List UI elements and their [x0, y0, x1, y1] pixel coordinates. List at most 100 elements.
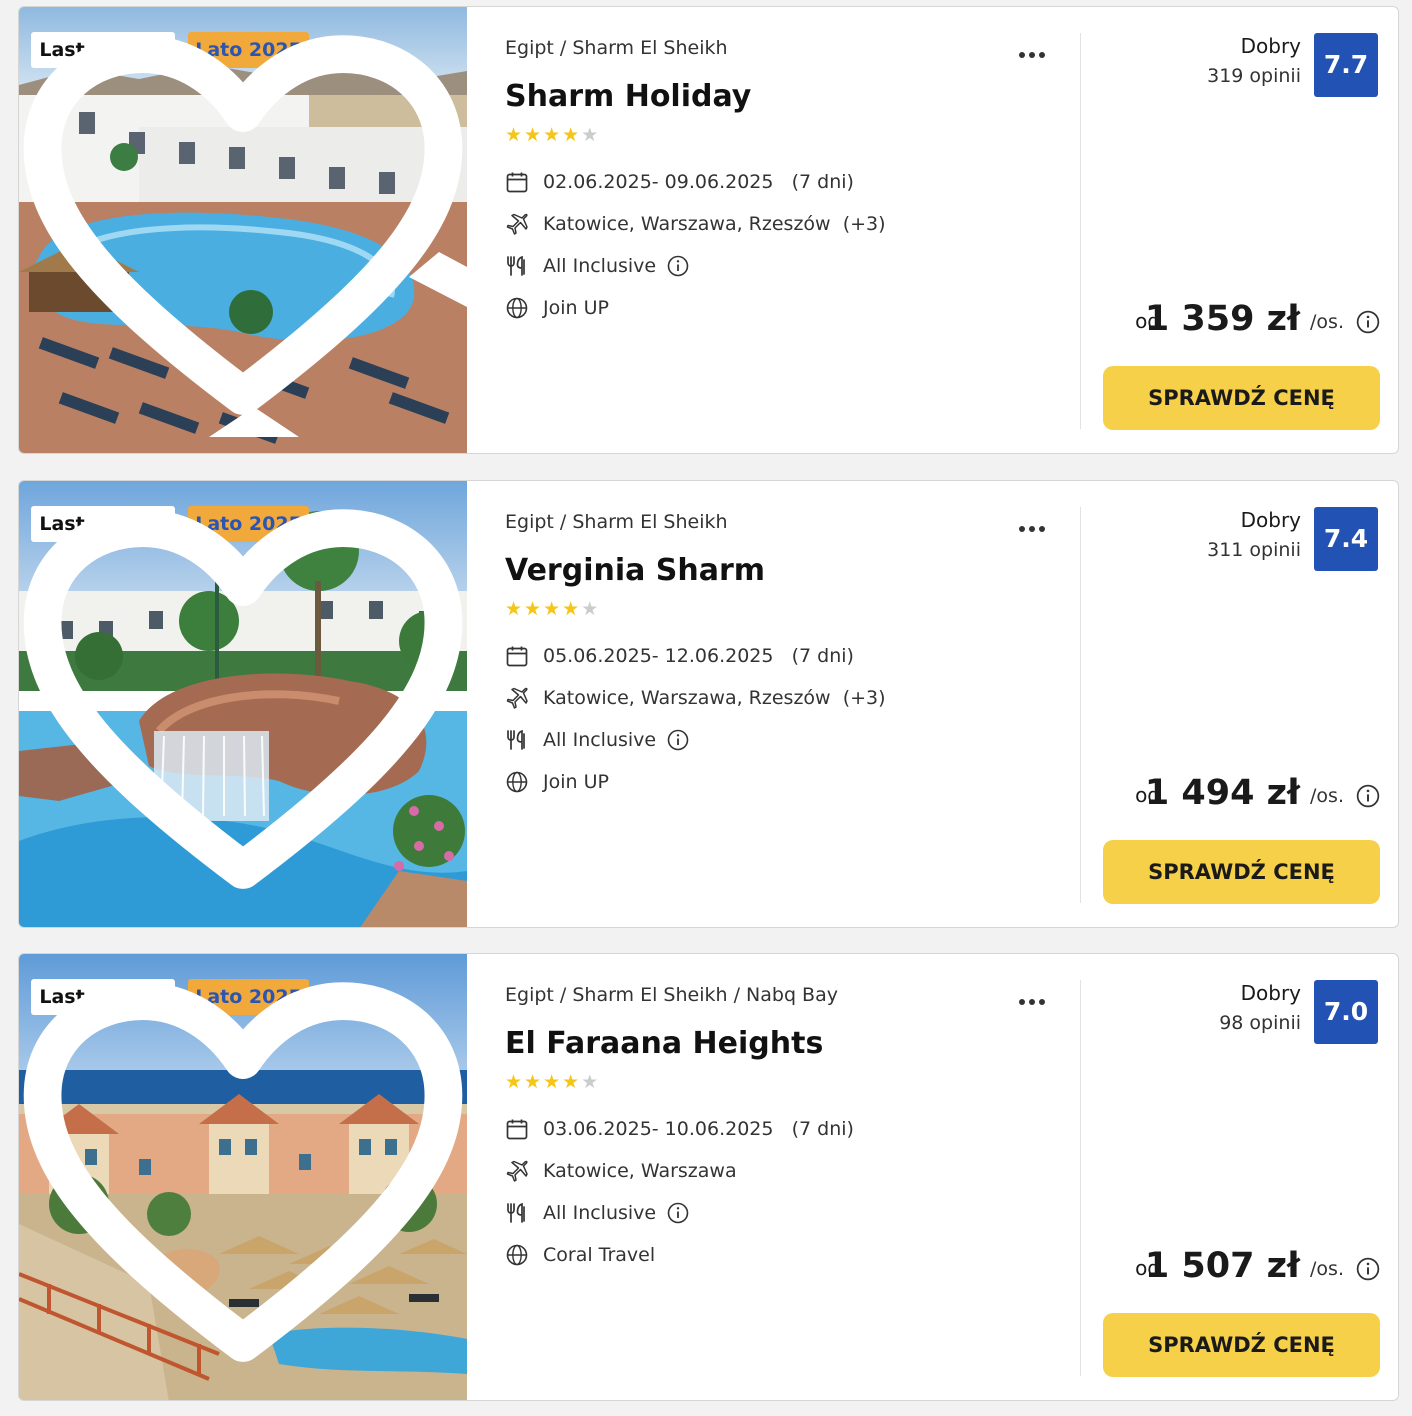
star-icon: ★ — [524, 1071, 542, 1093]
offer-card[interactable]: Last minute Lato 2025 Egipt / Sharm El S… — [18, 6, 1399, 454]
info-icon[interactable] — [1356, 1257, 1380, 1281]
offer-card[interactable]: Last minute Lato 2025 Egipt / Sharm El S… — [18, 480, 1399, 928]
star-icon: ★ — [505, 124, 523, 146]
offer-location[interactable]: Egipt / Sharm El Sheikh — [505, 511, 728, 533]
hotel-stars: ★ ★ ★ ★ ★ — [505, 1072, 600, 1092]
duration: (7 dni) — [791, 1118, 854, 1140]
cutlery-icon — [507, 255, 525, 276]
heart-outline-icon[interactable] — [19, 7, 467, 454]
rating[interactable]: Dobry 98 opinii 7.0 — [1118, 980, 1378, 1044]
check-price-button[interactable]: SPRAWDŹ CENĘ — [1103, 366, 1380, 430]
price: od 1 359 zł /os. — [1100, 289, 1380, 339]
tour-operator: Join UP — [543, 297, 609, 319]
star-icon: ★ — [581, 598, 599, 620]
star-icon: ★ — [543, 1071, 561, 1093]
heart-outline-icon[interactable] — [19, 481, 467, 928]
price: od 1 507 zł /os. — [1100, 1236, 1380, 1286]
board-type: All Inclusive — [543, 1202, 657, 1224]
departures-more[interactable]: (+3) — [843, 213, 886, 235]
airplane-icon — [506, 213, 528, 235]
star-icon: ★ — [505, 1071, 523, 1093]
offer-info: Egipt / Sharm El Sheikh Sharm Holiday ★ ★… — [505, 7, 1065, 453]
board-type: All Inclusive — [543, 255, 657, 277]
hotel-photo[interactable]: Last minute Lato 2025 — [19, 7, 467, 454]
star-icon: ★ — [581, 1071, 599, 1093]
hotel-name[interactable]: Verginia Sharm — [505, 553, 765, 588]
globe-icon — [506, 1244, 528, 1266]
heart-outline-icon[interactable] — [19, 954, 467, 1401]
date-range: 03.06.2025- 10.06.2025 — [543, 1118, 774, 1140]
price-amount: 1 507 zł — [1144, 1246, 1300, 1286]
check-price-button[interactable]: SPRAWDŹ CENĘ — [1103, 840, 1380, 904]
cutlery-icon — [507, 1202, 525, 1223]
globe-icon — [506, 771, 528, 793]
board-type: All Inclusive — [543, 729, 657, 751]
more-horizontal-icon[interactable] — [1019, 990, 1053, 1005]
price-unit: /os. — [1310, 785, 1344, 807]
more-horizontal-icon[interactable] — [1019, 517, 1053, 532]
check-price-button[interactable]: SPRAWDŹ CENĘ — [1103, 1313, 1380, 1377]
hotel-stars: ★ ★ ★ ★ ★ — [505, 125, 600, 145]
score-badge: 7.4 — [1314, 507, 1378, 571]
globe-icon — [506, 297, 528, 319]
info-icon[interactable] — [667, 1202, 689, 1224]
star-icon: ★ — [562, 124, 580, 146]
departure-cities: Katowice, Warszawa, Rzeszów — [543, 687, 831, 709]
star-icon: ★ — [562, 1071, 580, 1093]
offer-location[interactable]: Egipt / Sharm El Sheikh — [505, 37, 728, 59]
duration: (7 dni) — [791, 171, 854, 193]
star-icon: ★ — [505, 598, 523, 620]
review-count[interactable]: 311 opinii — [1207, 539, 1301, 561]
score-badge: 7.7 — [1314, 33, 1378, 97]
star-icon: ★ — [524, 598, 542, 620]
airplane-icon — [506, 687, 528, 709]
divider — [1080, 507, 1081, 903]
hotel-name[interactable]: El Faraana Heights — [505, 1026, 823, 1061]
departure-cities: Katowice, Warszawa — [543, 1160, 737, 1182]
star-icon: ★ — [581, 124, 599, 146]
info-icon[interactable] — [1356, 784, 1380, 808]
info-icon[interactable] — [667, 729, 689, 751]
calendar-icon — [506, 1119, 528, 1140]
divider — [1080, 980, 1081, 1376]
duration: (7 dni) — [791, 645, 854, 667]
offer-list: Last minute Lato 2025 Egipt / Sharm El S… — [0, 0, 1412, 1416]
cutlery-icon — [507, 729, 525, 750]
rating[interactable]: Dobry 311 opinii 7.4 — [1118, 507, 1378, 571]
score-badge: 7.0 — [1314, 980, 1378, 1044]
offer-info: Egipt / Sharm El Sheikh Verginia Sharm ★… — [505, 481, 1065, 927]
star-icon: ★ — [543, 124, 561, 146]
review-count[interactable]: 98 opinii — [1219, 1012, 1301, 1034]
star-icon: ★ — [543, 598, 561, 620]
rating-label: Dobry — [1240, 981, 1301, 1005]
date-range: 05.06.2025- 12.06.2025 — [543, 645, 774, 667]
date-range: 02.06.2025- 09.06.2025 — [543, 171, 774, 193]
review-count[interactable]: 319 opinii — [1207, 65, 1301, 87]
offer-location[interactable]: Egipt / Sharm El Sheikh / Nabq Bay — [505, 984, 838, 1006]
info-icon[interactable] — [1356, 310, 1380, 334]
price-amount: 1 359 zł — [1144, 299, 1300, 339]
more-horizontal-icon[interactable] — [1019, 43, 1053, 58]
departure-cities: Katowice, Warszawa, Rzeszów — [543, 213, 831, 235]
price: od 1 494 zł /os. — [1100, 763, 1380, 813]
tour-operator: Coral Travel — [543, 1244, 656, 1266]
rating[interactable]: Dobry 319 opinii 7.7 — [1118, 33, 1378, 97]
hotel-photo[interactable]: Last minute Lato 2025 — [19, 954, 467, 1401]
price-unit: /os. — [1310, 1258, 1344, 1280]
departures-more[interactable]: (+3) — [843, 687, 886, 709]
offer-card[interactable]: Last minute Lato 2025 Egipt / Sharm El S… — [18, 953, 1399, 1401]
price-unit: /os. — [1310, 311, 1344, 333]
airplane-icon — [506, 1160, 528, 1182]
offer-info: Egipt / Sharm El Sheikh / Nabq Bay El Fa… — [505, 954, 1065, 1400]
hotel-name[interactable]: Sharm Holiday — [505, 79, 751, 114]
rating-label: Dobry — [1240, 508, 1301, 532]
info-icon[interactable] — [667, 255, 689, 277]
divider — [1080, 33, 1081, 429]
star-icon: ★ — [524, 124, 542, 146]
hotel-photo[interactable]: Last minute Lato 2025 — [19, 481, 467, 928]
tour-operator: Join UP — [543, 771, 609, 793]
rating-label: Dobry — [1240, 34, 1301, 58]
hotel-stars: ★ ★ ★ ★ ★ — [505, 599, 600, 619]
price-amount: 1 494 zł — [1144, 773, 1300, 813]
star-icon: ★ — [562, 598, 580, 620]
